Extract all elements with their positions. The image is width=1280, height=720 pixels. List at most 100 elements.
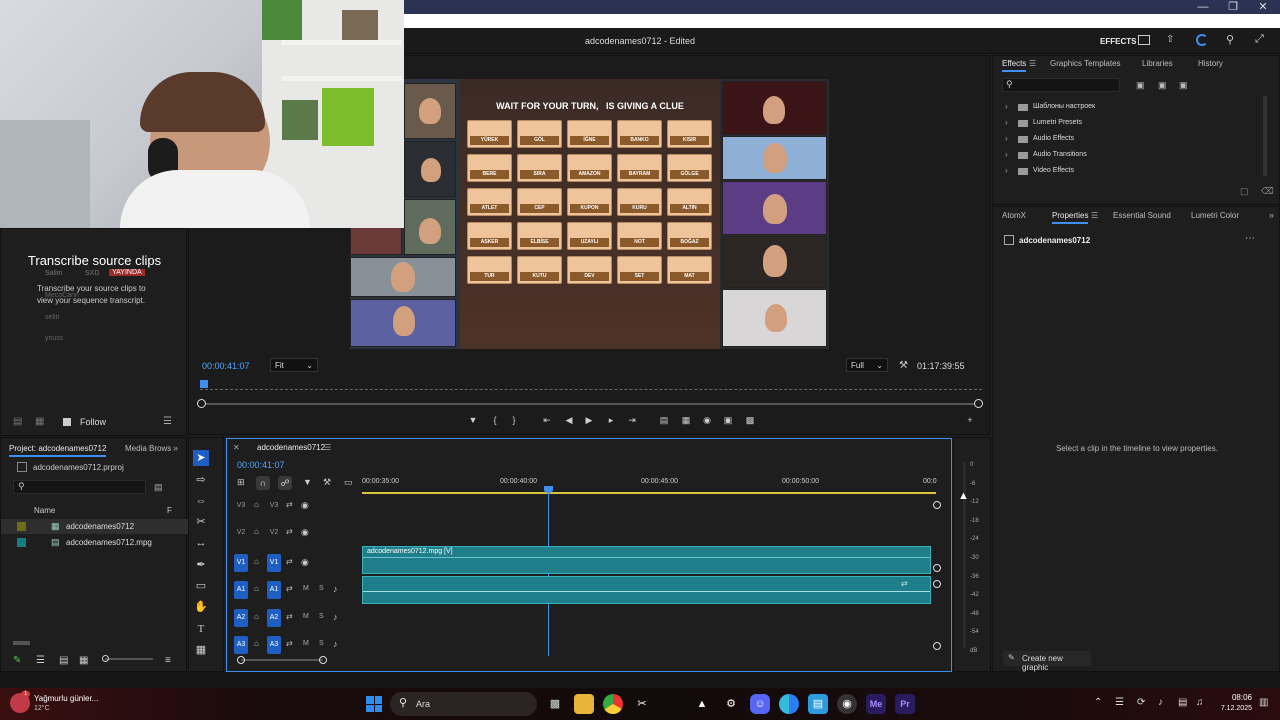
monitor-time-ruler[interactable] bbox=[200, 382, 982, 390]
chevron-right-icon[interactable]: › bbox=[1005, 166, 1008, 175]
pencil-icon[interactable]: ✎ bbox=[13, 655, 21, 666]
sync-lock-icon[interactable]: ⇄ bbox=[286, 612, 293, 621]
sequence-tab[interactable]: adcodenames0712 bbox=[257, 443, 325, 452]
32bit-effects-icon[interactable]: ▣ bbox=[1158, 80, 1167, 91]
add-button-icon[interactable]: + bbox=[964, 414, 976, 426]
minimize-icon[interactable]: — bbox=[1188, 0, 1218, 14]
monitor-zoom-bar[interactable] bbox=[200, 403, 978, 405]
search-icon[interactable]: ⚲ bbox=[1226, 33, 1234, 46]
eye-icon[interactable]: ◉ bbox=[301, 500, 309, 511]
clock-date[interactable]: 7.12.2025 bbox=[1204, 705, 1252, 712]
create-new-graphic-button[interactable]: ✎ Create new graphic bbox=[1003, 651, 1091, 672]
share-icon[interactable]: ⇧ bbox=[1166, 34, 1174, 45]
captions-icon[interactable]: ▭ bbox=[344, 477, 353, 488]
tab-menu-icon[interactable]: ☰ bbox=[1091, 211, 1098, 220]
tab-atomx[interactable]: AtomX bbox=[1002, 211, 1026, 220]
effects-folder-item[interactable]: › Video Effects bbox=[1005, 166, 1255, 180]
source-patch-video[interactable]: V2 bbox=[234, 524, 248, 542]
microphone-icon[interactable]: ♪ bbox=[333, 584, 338, 594]
solo-button[interactable]: S bbox=[319, 585, 324, 592]
ripple-edit-tool-icon[interactable]: ⇔ bbox=[193, 493, 209, 509]
lock-icon[interactable]: ⌂ bbox=[254, 527, 259, 536]
settings-sliders-icon[interactable]: ☰ bbox=[163, 416, 172, 427]
program-timecode[interactable]: 00:00:41:07 bbox=[202, 361, 250, 371]
solo-button[interactable]: S bbox=[319, 640, 324, 647]
effects-folder-item[interactable]: › Шаблоны настроек bbox=[1005, 102, 1255, 116]
track-target-video[interactable]: V3 bbox=[267, 497, 281, 515]
zoom-handle-right[interactable] bbox=[319, 656, 327, 664]
edge-icon[interactable] bbox=[779, 694, 799, 714]
sync-icon[interactable]: ⟳ bbox=[1137, 697, 1145, 708]
chevron-right-icon[interactable]: › bbox=[1005, 150, 1008, 159]
panel-layout-icon[interactable] bbox=[1138, 35, 1150, 45]
track-target-audio[interactable]: A1 bbox=[267, 581, 281, 599]
mark-out-icon[interactable]: } bbox=[508, 414, 520, 426]
vertical-scroll-handle[interactable] bbox=[933, 564, 941, 572]
list-view-icon[interactable]: ☰ bbox=[36, 655, 45, 666]
step-forward-icon[interactable]: ▸ bbox=[605, 414, 617, 426]
effects-scrollbar[interactable] bbox=[1263, 96, 1267, 176]
project-item-row[interactable]: ▦ adcodenames0712 bbox=[1, 519, 188, 534]
effects-folder-item[interactable]: › Audio Effects bbox=[1005, 134, 1255, 148]
discord-icon[interactable]: ☺ bbox=[750, 694, 770, 714]
tab-properties[interactable]: Properties bbox=[1052, 211, 1089, 224]
chevron-right-icon[interactable]: › bbox=[1005, 102, 1008, 111]
microphone-icon[interactable]: ♪ bbox=[333, 639, 338, 649]
track-select-tool-icon[interactable]: ⇨ bbox=[193, 472, 209, 488]
taskbar-search-input[interactable]: ⚲ Ara bbox=[390, 692, 537, 716]
yuv-effects-icon[interactable]: ▣ bbox=[1179, 80, 1188, 91]
comparison-view-icon[interactable]: ▣ bbox=[722, 414, 734, 426]
source-patch-video[interactable]: V3 bbox=[234, 497, 248, 515]
add-marker-icon[interactable]: ▼ bbox=[303, 477, 312, 487]
microphone-icon[interactable]: ♪ bbox=[333, 612, 338, 622]
notepad-icon[interactable]: ▤ bbox=[808, 694, 828, 714]
mark-in-icon[interactable]: { bbox=[489, 414, 501, 426]
source-patch-video[interactable]: V1 bbox=[234, 554, 248, 572]
media-encoder-icon[interactable]: Me bbox=[866, 694, 886, 714]
hand-tool-icon[interactable]: ✋ bbox=[193, 599, 209, 615]
add-marker-icon[interactable]: ▼ bbox=[467, 414, 479, 426]
tab-essential-sound[interactable]: Essential Sound bbox=[1113, 211, 1171, 220]
tab-menu-icon[interactable]: ☰ bbox=[324, 443, 331, 452]
column-frame-rate[interactable]: F bbox=[167, 506, 172, 515]
mute-button[interactable]: M bbox=[303, 585, 309, 592]
freeform-view-icon[interactable]: ▦ bbox=[79, 655, 88, 666]
project-item-row[interactable]: ▤ adcodenames0712.mpg bbox=[1, 535, 188, 550]
lock-icon[interactable]: ⌂ bbox=[254, 557, 259, 566]
play-icon[interactable]: ▶ bbox=[583, 414, 595, 426]
project-scrollbar[interactable] bbox=[13, 641, 30, 645]
lift-icon[interactable]: ▤ bbox=[658, 414, 670, 426]
icon-view-icon[interactable]: ▤ bbox=[59, 655, 68, 666]
more-options-icon[interactable]: ⋯ bbox=[1245, 233, 1255, 244]
effects-folder-item[interactable]: › Audio Transitions bbox=[1005, 150, 1255, 164]
tab-lumetri-color[interactable]: Lumetri Color bbox=[1191, 211, 1239, 220]
multicam-icon[interactable]: ▩ bbox=[744, 414, 756, 426]
tab-libraries[interactable]: Libraries bbox=[1142, 59, 1173, 68]
tab-project[interactable]: Project: adcodenames0712 bbox=[9, 444, 107, 457]
solo-button[interactable]: S bbox=[319, 613, 324, 620]
thumbnail-size-slider[interactable] bbox=[105, 658, 153, 660]
thumbnail-slider-handle[interactable] bbox=[102, 655, 109, 662]
zoom-handle-left[interactable] bbox=[237, 656, 245, 664]
wrench-icon[interactable]: ⚒ bbox=[899, 360, 908, 371]
chevron-right-icon[interactable]: › bbox=[1005, 118, 1008, 127]
lock-icon[interactable]: ⌂ bbox=[254, 639, 259, 648]
steam-icon[interactable]: ⚙ bbox=[721, 694, 741, 714]
weather-title[interactable]: Yağmurlu günler... bbox=[34, 694, 98, 703]
notification-bell-icon[interactable]: ▥ bbox=[1259, 697, 1268, 708]
sync-lock-icon[interactable]: ⇄ bbox=[286, 500, 293, 509]
track-target-audio[interactable]: A2 bbox=[267, 609, 281, 627]
razor-tool-icon[interactable]: ✂ bbox=[193, 514, 209, 530]
sync-lock-icon[interactable]: ⇄ bbox=[286, 557, 293, 566]
follow-checkbox[interactable] bbox=[63, 418, 71, 426]
extract-icon[interactable]: ▦ bbox=[680, 414, 692, 426]
step-back-icon[interactable]: ◀ bbox=[563, 414, 575, 426]
eye-icon[interactable]: ◉ bbox=[301, 527, 309, 538]
file-explorer-icon[interactable] bbox=[574, 694, 594, 714]
track-target-audio[interactable]: A3 bbox=[267, 636, 281, 654]
rectangle-tool-icon[interactable]: ▭ bbox=[193, 578, 209, 594]
effects-folder-item[interactable]: › Lumetri Presets bbox=[1005, 118, 1255, 132]
clock-time[interactable]: 08:06 bbox=[1214, 693, 1252, 702]
go-to-out-icon[interactable]: ⇥ bbox=[626, 414, 638, 426]
monitor-playhead[interactable] bbox=[200, 380, 208, 388]
